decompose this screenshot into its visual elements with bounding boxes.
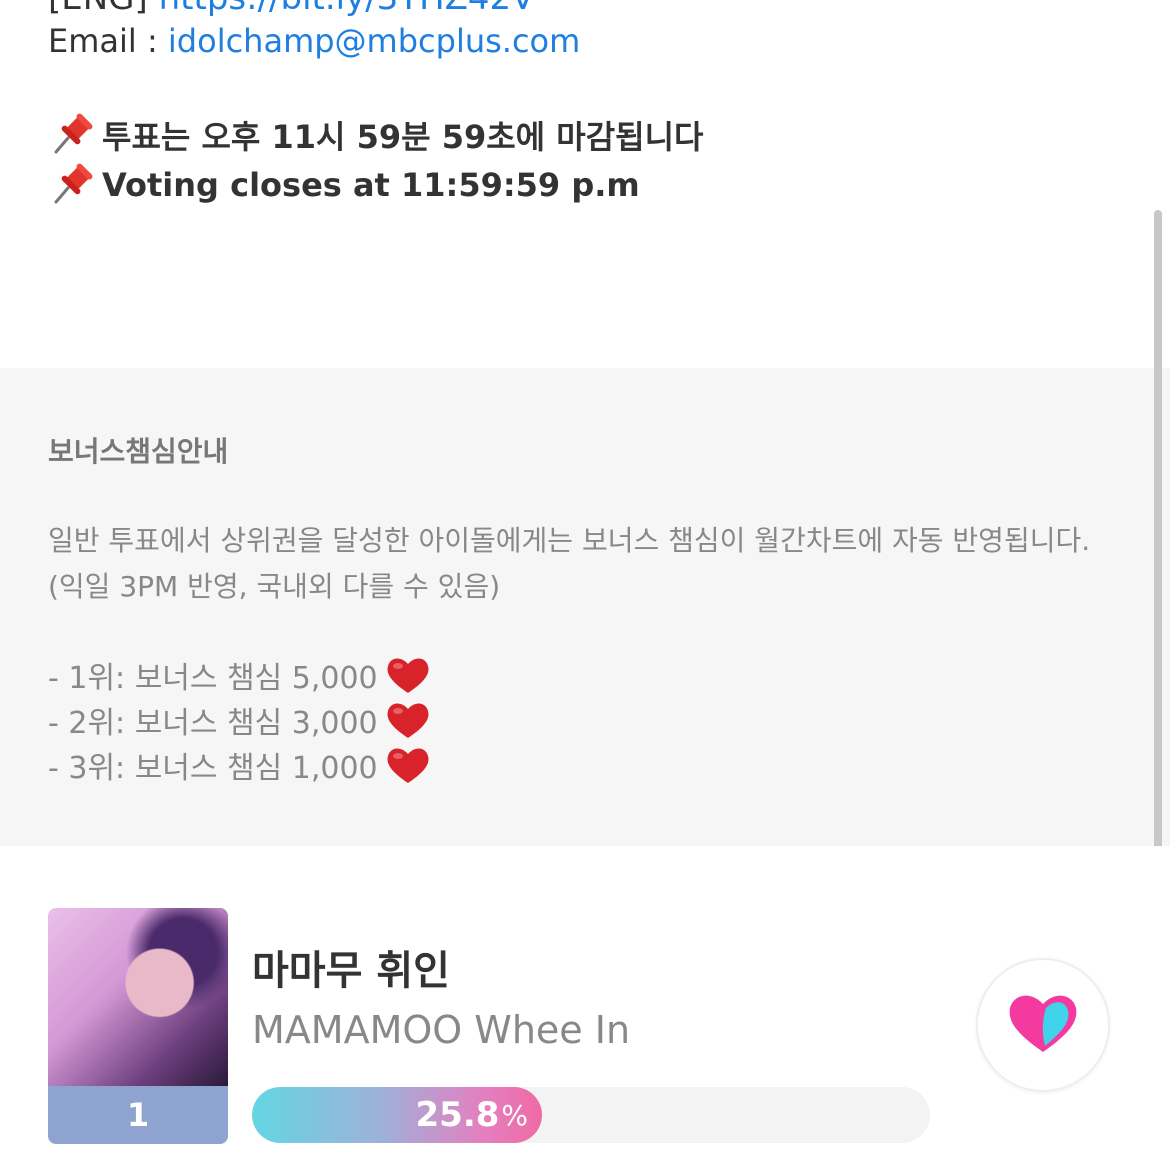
pushpin-icon <box>48 162 94 208</box>
eng-label: [ENG] <box>48 0 148 18</box>
notice-section: [ENG] https://bit.ly/3YHZ42V Email : ido… <box>0 0 1170 368</box>
vote-heart-button[interactable] <box>976 958 1110 1092</box>
email-label: Email : <box>48 22 158 60</box>
bonus-item: - 3위: 보너스 챔심 1,000 <box>48 742 430 787</box>
candidate-card: 1 마마무 휘인 MAMAMOO Whee In 25.8% <box>0 846 1170 1170</box>
closing-text-ko: 투표는 오후 11시 59분 59초에 마감됩니다 <box>102 118 704 156</box>
percent-sign: % <box>501 1098 528 1132</box>
red-heart-icon <box>386 700 430 740</box>
pink-blue-heart-icon <box>1006 990 1080 1060</box>
bonus-title: 보너스챔심안내 <box>48 435 229 468</box>
red-heart-icon <box>386 655 430 695</box>
candidate-name-english: MAMAMOO Whee In <box>252 1008 631 1052</box>
bonus-item-text: - 3위: 보너스 챔심 1,000 <box>48 750 378 786</box>
closing-notice-korean: 투표는 오후 11시 59분 59초에 마감됩니다 <box>48 112 703 158</box>
scrollbar[interactable] <box>1154 210 1162 930</box>
email-link[interactable]: idolchamp@mbcplus.com <box>168 22 580 60</box>
bonus-list: - 1위: 보너스 챔심 5,000 - 2위: 보너스 챔심 3,000 - … <box>48 652 430 787</box>
bonus-item-text: - 1위: 보너스 챔심 5,000 <box>48 660 378 696</box>
bonus-item: - 2위: 보너스 챔심 3,000 <box>48 697 430 742</box>
email-line: Email : idolchamp@mbcplus.com <box>48 22 580 60</box>
closing-notice-english: Voting closes at 11:59:59 p.m <box>48 162 640 208</box>
red-heart-icon <box>386 745 430 785</box>
rank-badge: 1 <box>48 1086 228 1144</box>
bonus-info-section: 보너스챔심안내 일반 투표에서 상위권을 달성한 아이돌에게는 보너스 챔심이 … <box>0 368 1170 846</box>
vote-percent-label: 25.8% <box>252 1087 542 1143</box>
bonus-item: - 1위: 보너스 챔심 5,000 <box>48 652 430 697</box>
closing-text-en: Voting closes at 11:59:59 p.m <box>102 166 640 204</box>
bonus-item-text: - 2위: 보너스 챔심 3,000 <box>48 705 378 741</box>
candidate-thumbnail[interactable]: 1 <box>48 908 228 1144</box>
candidate-photo <box>48 908 228 1086</box>
eng-link-line: [ENG] https://bit.ly/3YHZ42V <box>48 0 534 18</box>
eng-link[interactable]: https://bit.ly/3YHZ42V <box>159 0 535 18</box>
candidate-name-korean: 마마무 휘인 <box>252 948 450 994</box>
bonus-description: 일반 투표에서 상위권을 달성한 아이돌에게는 보너스 챔심이 월간차트에 자동… <box>48 524 1091 603</box>
pushpin-icon <box>48 112 94 158</box>
vote-percent-value: 25.8 <box>415 1095 500 1135</box>
vote-progress-bar: 25.8% <box>252 1087 930 1143</box>
